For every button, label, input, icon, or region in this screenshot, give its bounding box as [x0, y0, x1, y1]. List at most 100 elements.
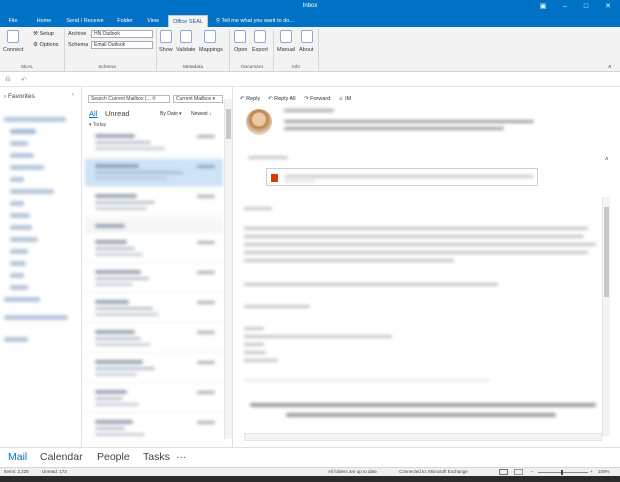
- filter-unread[interactable]: Unread: [105, 109, 130, 118]
- validate-icon[interactable]: [180, 30, 192, 43]
- archive-select[interactable]: HN Outlook: [91, 30, 153, 38]
- zoom-level[interactable]: 100%: [598, 469, 610, 474]
- tab-view[interactable]: View: [143, 15, 163, 27]
- tab-send-receive[interactable]: Send / Receive: [62, 15, 108, 27]
- folder-item[interactable]: [10, 141, 28, 146]
- nav-mail[interactable]: Mail: [8, 451, 27, 463]
- schema-select[interactable]: Email Outlook: [91, 41, 153, 49]
- about-button[interactable]: About: [299, 47, 313, 53]
- manual-icon[interactable]: [280, 30, 292, 43]
- zoom-slider[interactable]: [538, 472, 588, 473]
- horizontal-scrollbar[interactable]: [244, 433, 602, 441]
- folder-item[interactable]: [10, 153, 34, 158]
- folder-item[interactable]: [10, 261, 26, 266]
- list-item[interactable]: [85, 385, 223, 413]
- im-button[interactable]: ☺ IM: [338, 96, 351, 102]
- minimize-icon[interactable]: –: [557, 1, 573, 13]
- list-item[interactable]: [85, 265, 223, 293]
- maximize-icon[interactable]: □: [578, 1, 594, 13]
- zoom-in-icon[interactable]: +: [590, 469, 593, 474]
- nav-tasks[interactable]: Tasks: [143, 451, 170, 463]
- list-item[interactable]: [85, 295, 223, 323]
- divider: [156, 29, 157, 71]
- folder-item[interactable]: [4, 297, 40, 302]
- close-icon[interactable]: ✕: [600, 1, 616, 13]
- list-item[interactable]: [85, 235, 223, 263]
- list-item[interactable]: [85, 129, 223, 157]
- sort-order-toggle[interactable]: Newest ↓: [191, 111, 212, 117]
- folder-item[interactable]: [10, 177, 24, 182]
- sender-avatar: [246, 109, 272, 135]
- connect-button[interactable]: Connect: [3, 47, 24, 53]
- im-icon: ☺: [338, 96, 344, 102]
- send-receive-icon[interactable]: ⎌: [5, 76, 11, 84]
- options-button[interactable]: ⚙ Options: [33, 42, 58, 48]
- show-icon[interactable]: [160, 30, 172, 43]
- nav-calendar[interactable]: Calendar: [40, 451, 83, 463]
- folder-item[interactable]: [10, 273, 24, 278]
- tab-file[interactable]: File: [4, 15, 22, 27]
- favorites-header[interactable]: › Favorites: [4, 93, 35, 100]
- attachment[interactable]: [266, 168, 538, 186]
- undo-icon[interactable]: ↶: [21, 76, 27, 84]
- zoom-slider-thumb[interactable]: [561, 470, 563, 475]
- nav-people[interactable]: People: [97, 451, 130, 463]
- folder-item[interactable]: [10, 225, 32, 230]
- folder-item[interactable]: [10, 237, 38, 242]
- forward-button[interactable]: ↷ Forward: [304, 96, 330, 102]
- account-item[interactable]: [4, 337, 28, 342]
- group-header[interactable]: [85, 219, 223, 233]
- ribbon-display-options-icon[interactable]: ▣: [535, 1, 551, 13]
- normal-view-icon[interactable]: [499, 469, 508, 475]
- list-item-selected[interactable]: [85, 159, 223, 187]
- reply-button[interactable]: ↶ Reply: [240, 96, 260, 102]
- folder-item[interactable]: [10, 201, 24, 206]
- reply-all-button[interactable]: ↶ Reply All: [268, 96, 296, 102]
- validate-button[interactable]: Validate: [176, 47, 195, 53]
- manual-button[interactable]: Manual: [277, 47, 295, 53]
- list-item[interactable]: [85, 189, 223, 217]
- sort-by-select[interactable]: By Date ▾: [160, 111, 182, 117]
- collapse-header-icon[interactable]: ˄: [605, 157, 609, 163]
- tell-me-box[interactable]: ⚲ Tell me what you want to do...: [216, 15, 308, 27]
- folder-item[interactable]: [10, 129, 36, 134]
- group-label-metadata: Metadata: [182, 65, 203, 70]
- list-item[interactable]: [85, 325, 223, 353]
- nav-more-icon[interactable]: ···: [176, 451, 187, 463]
- mappings-icon[interactable]: [204, 30, 216, 43]
- export-button[interactable]: Export: [252, 47, 268, 53]
- connect-icon[interactable]: [7, 30, 19, 43]
- show-button[interactable]: Show: [159, 47, 173, 53]
- setup-button[interactable]: ⚒ Setup: [33, 31, 54, 37]
- search-scope-select[interactable]: Current Mailbox ▾: [173, 95, 223, 103]
- scroll-thumb[interactable]: [604, 207, 609, 297]
- search-input[interactable]: Search Current Mailbox (... ⚲: [88, 95, 170, 103]
- tab-office-seal[interactable]: Office SEAL: [168, 15, 208, 27]
- group-header-today[interactable]: ▾ Today: [89, 122, 106, 128]
- collapse-ribbon-icon[interactable]: ˄: [608, 65, 612, 71]
- archive-account-item[interactable]: [4, 315, 68, 320]
- list-item[interactable]: [85, 355, 223, 383]
- reading-view-icon[interactable]: [514, 469, 523, 475]
- reading-scrollbar[interactable]: [602, 197, 610, 437]
- account-item[interactable]: [4, 117, 66, 122]
- zoom-out-icon[interactable]: –: [531, 469, 534, 474]
- scroll-thumb[interactable]: [226, 109, 231, 139]
- folder-item[interactable]: [10, 213, 30, 218]
- open-button[interactable]: Open: [234, 47, 247, 53]
- mappings-button[interactable]: Mappings: [199, 47, 223, 53]
- filter-all[interactable]: All: [89, 109, 97, 118]
- list-item[interactable]: [85, 415, 223, 443]
- open-icon[interactable]: [234, 30, 246, 43]
- about-icon[interactable]: [301, 30, 313, 43]
- tab-home[interactable]: Home: [32, 15, 56, 27]
- folder-item[interactable]: [10, 189, 54, 194]
- export-icon[interactable]: [254, 30, 266, 43]
- attachment-name: [285, 175, 533, 178]
- tab-folder[interactable]: Folder: [112, 15, 138, 27]
- list-scrollbar[interactable]: [224, 99, 232, 439]
- folder-item[interactable]: [10, 249, 28, 254]
- folder-item[interactable]: [10, 165, 44, 170]
- collapse-pane-icon[interactable]: ‹: [72, 92, 74, 98]
- folder-item[interactable]: [10, 285, 28, 290]
